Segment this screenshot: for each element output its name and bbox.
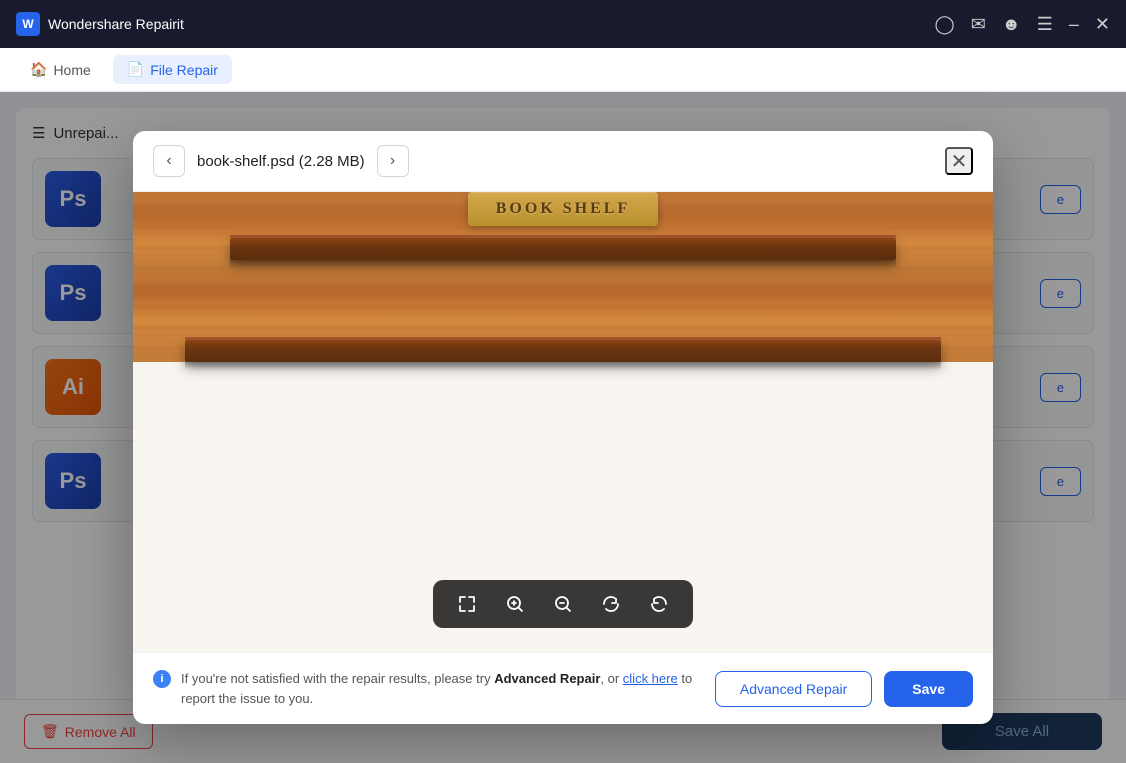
footer-info-text: If you're not satisfied with the repair … <box>181 669 715 708</box>
menu-icon[interactable]: ☰ <box>1037 14 1053 35</box>
nav-bar: 🏠 Home 📄 File Repair <box>0 48 1126 92</box>
title-bar: W Wondershare Repairit ◯ ✉ ☻ ☰ – ✕ <box>0 0 1126 48</box>
app-window: W Wondershare Repairit ◯ ✉ ☻ ☰ – ✕ 🏠 Hom… <box>0 0 1126 763</box>
close-icon: ✕ <box>951 149 968 174</box>
advanced-repair-button[interactable]: Advanced Repair <box>715 671 872 707</box>
info-text-mid: , or <box>600 671 622 686</box>
app-title: W Wondershare Repairit <box>16 12 184 36</box>
minimize-button[interactable]: – <box>1069 14 1079 35</box>
bottom-shelf <box>185 340 942 362</box>
tab-file-repair[interactable]: 📄 File Repair <box>113 55 232 84</box>
info-icon: i <box>153 670 171 688</box>
modal-image-area: BOOK SHELF <box>133 192 993 652</box>
click-here-link[interactable]: click here <box>623 671 678 686</box>
tab-file-repair-label: File Repair <box>150 62 218 78</box>
tab-home[interactable]: 🏠 Home <box>16 55 105 84</box>
expand-button[interactable] <box>453 590 481 618</box>
next-file-button[interactable]: › <box>377 145 409 177</box>
rotate-cw-button[interactable] <box>597 590 625 618</box>
zoom-in-button[interactable] <box>501 590 529 618</box>
overlay: ‹ book-shelf.psd (2.28 MB) › ✕ <box>0 92 1126 763</box>
main-content: ☰ Unrepai... Ps e Ps e Ai <box>0 92 1126 763</box>
footer-info: i If you're not satisfied with the repai… <box>153 669 715 708</box>
modal-nav: ‹ book-shelf.psd (2.28 MB) › <box>153 145 409 177</box>
preview-modal: ‹ book-shelf.psd (2.28 MB) › ✕ <box>133 131 993 724</box>
support-icon[interactable]: ✉ <box>971 14 986 35</box>
prev-file-button[interactable]: ‹ <box>153 145 185 177</box>
advanced-repair-label: Advanced Repair <box>740 681 847 697</box>
close-button[interactable]: ✕ <box>1095 14 1110 35</box>
save-button[interactable]: Save <box>884 671 973 707</box>
footer-actions: Advanced Repair Save <box>715 671 973 707</box>
zoom-out-button[interactable] <box>549 590 577 618</box>
file-repair-icon: 📄 <box>127 61 144 78</box>
top-shelf <box>230 238 896 260</box>
prev-icon: ‹ <box>166 152 171 170</box>
tab-home-label: Home <box>53 62 90 78</box>
app-name-label: Wondershare Repairit <box>48 16 184 32</box>
bookshelf-image: BOOK SHELF <box>133 192 993 362</box>
modal-close-button[interactable]: ✕ <box>945 147 973 175</box>
account-icon[interactable]: ◯ <box>935 14 955 35</box>
save-label: Save <box>912 681 945 697</box>
modal-footer: i If you're not satisfied with the repai… <box>133 652 993 724</box>
app-logo: W <box>16 12 40 36</box>
home-icon: 🏠 <box>30 61 47 78</box>
top-shelf-group: BOOK SHELF <box>185 192 942 260</box>
modal-title: book-shelf.psd (2.28 MB) <box>197 153 365 170</box>
modal-header: ‹ book-shelf.psd (2.28 MB) › ✕ <box>133 131 993 192</box>
window-controls: ◯ ✉ ☻ ☰ – ✕ <box>935 14 1110 35</box>
info-bold-text: Advanced Repair <box>494 671 600 686</box>
feedback-icon[interactable]: ☻ <box>1002 14 1021 35</box>
rotate-ccw-button[interactable] <box>645 590 673 618</box>
next-icon: › <box>390 152 395 170</box>
image-toolbar <box>433 580 693 628</box>
shelf-label: BOOK SHELF <box>468 192 658 226</box>
info-text-prefix: If you're not satisfied with the repair … <box>181 671 494 686</box>
